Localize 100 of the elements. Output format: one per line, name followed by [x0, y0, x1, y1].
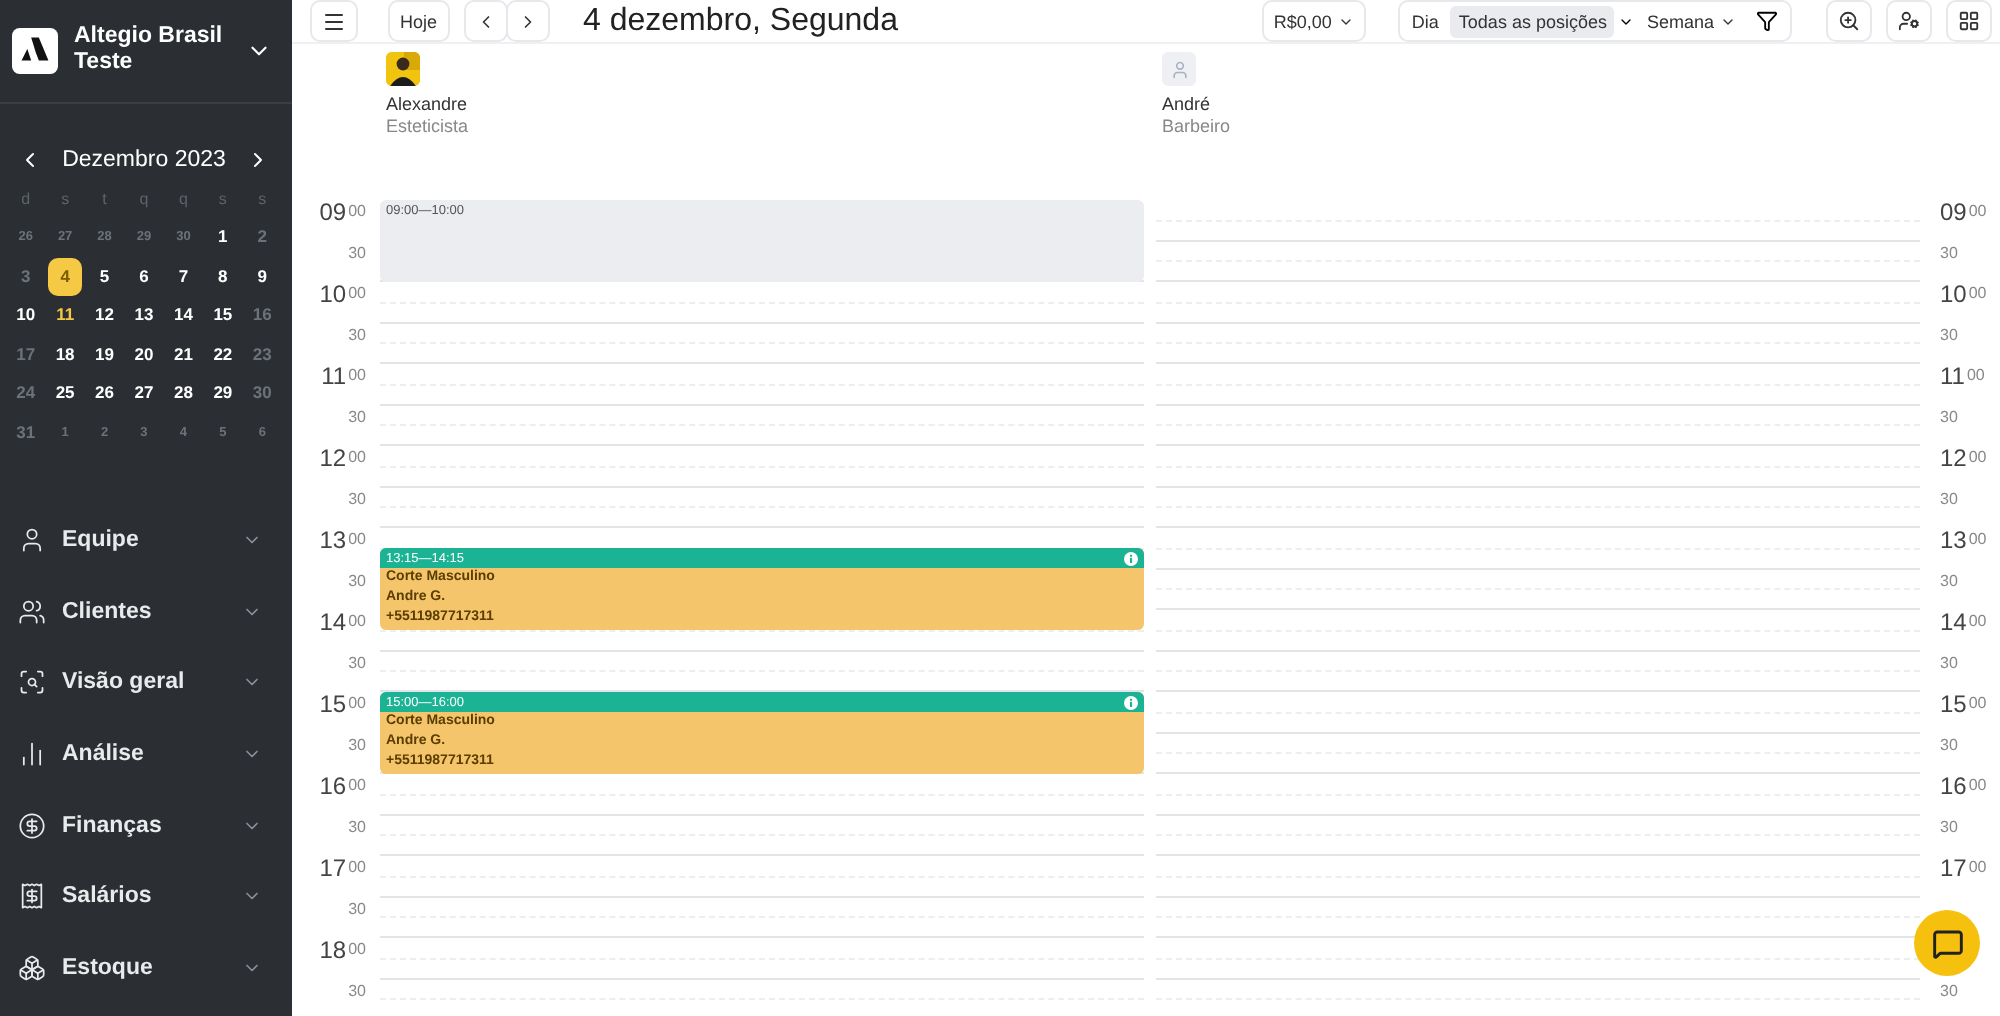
minute-label: 00 [348, 694, 366, 714]
period-dropdown[interactable]: Semana [1638, 5, 1744, 37]
user-settings-button[interactable] [1886, 0, 1932, 42]
grid-button[interactable] [1946, 0, 1992, 42]
team-icon [18, 526, 46, 555]
calendar-day[interactable]: 11 [47, 296, 83, 335]
hour-label: 09 [1940, 200, 1967, 224]
nav-item[interactable]: Análise [0, 718, 292, 790]
calendar-day[interactable]: 25 [47, 374, 83, 413]
minute-label: 00 [1968, 202, 1987, 222]
staff-role: Esteticista [386, 116, 471, 136]
calendar-day[interactable]: 19 [86, 335, 123, 374]
minute-label: 30 [348, 571, 366, 591]
hour-label: 14 [319, 610, 347, 634]
filter-icon[interactable] [1756, 10, 1778, 32]
calendar-day[interactable]: 15 [205, 296, 241, 335]
calendar-day[interactable]: 12 [86, 296, 123, 335]
minute-label: 30 [1940, 817, 1958, 837]
hour-label: 15 [1940, 692, 1967, 716]
calendar-day[interactable]: 1 [205, 218, 241, 257]
zoom-button[interactable] [1826, 0, 1872, 42]
hour-label: 13 [319, 528, 347, 552]
nav-item[interactable]: Finanças [0, 789, 292, 862]
calendar-day[interactable]: 13 [126, 296, 162, 335]
calendar-day[interactable]: 10 [8, 296, 44, 335]
hour-label: 15 [319, 692, 347, 716]
menu-button[interactable] [310, 0, 358, 42]
minute-label: 00 [1968, 612, 1987, 632]
nav-item[interactable]: Equipe [0, 504, 292, 576]
minute-label: 30 [348, 817, 366, 837]
hour-label: 09 [319, 200, 347, 224]
minute-label: 30 [1940, 325, 1958, 345]
user-gear-icon [1898, 10, 1920, 32]
calendar-day[interactable]: 6 [126, 257, 162, 296]
minute-label: 30 [1940, 571, 1958, 591]
chat-icon [1931, 927, 1963, 959]
calendar-day[interactable]: 20 [126, 335, 162, 374]
analytics-icon [18, 740, 46, 769]
hour-label: 17 [319, 856, 347, 880]
chat-button[interactable] [1914, 910, 1980, 976]
view-option[interactable]: Dia [1403, 5, 1447, 37]
hour-label: 16 [319, 774, 347, 798]
minute-label: 00 [348, 284, 366, 304]
calendar-day[interactable]: 5 [86, 257, 123, 296]
info-icon [1124, 551, 1138, 566]
calendar-day[interactable]: 18 [47, 335, 83, 374]
clients-icon [18, 597, 46, 626]
calendar-day[interactable]: 21 [165, 335, 202, 374]
minute-label: 30 [1940, 735, 1958, 755]
minute-label: 00 [1966, 366, 1985, 386]
minute-label: 30 [1940, 489, 1958, 509]
minute-label: 30 [348, 243, 366, 263]
hour-label: 17 [1940, 856, 1967, 880]
amount-dropdown[interactable]: R$0,00 [1261, 0, 1366, 42]
minute-label: 00 [348, 776, 366, 796]
today-button[interactable]: Hoje [388, 0, 450, 42]
month-title: Dezembro 2023 [62, 148, 226, 172]
minute-label: 00 [1968, 448, 1987, 468]
minute-label: 30 [348, 489, 366, 509]
minute-label: 00 [1968, 858, 1987, 878]
minute-label: 00 [348, 612, 366, 632]
nav-item[interactable]: Salários [0, 861, 292, 933]
staff-name: André [1162, 94, 1213, 114]
stock-icon [18, 954, 46, 983]
calendar-day[interactable]: 26 [86, 374, 123, 413]
minute-label: 30 [348, 735, 366, 755]
info-icon [1124, 695, 1138, 709]
calendar-day[interactable]: 28 [165, 374, 202, 413]
minute-label: 00 [1968, 284, 1987, 304]
staff-role: Barbeiro [1162, 116, 1233, 136]
hour-label: 12 [1940, 446, 1967, 470]
nav-item[interactable]: Clientes [0, 575, 292, 648]
calendar-day[interactable]: 8 [205, 257, 241, 296]
minute-label: 00 [348, 858, 366, 878]
overview-icon [18, 668, 46, 697]
finance-icon [18, 811, 46, 840]
hour-label: 10 [319, 282, 347, 306]
hour-label: 12 [319, 446, 347, 470]
user-icon [1169, 59, 1189, 79]
minute-label: 00 [1968, 694, 1987, 714]
calendar-day[interactable]: 7 [165, 257, 202, 296]
minute-label: 30 [1940, 981, 1958, 1001]
view-option[interactable]: Todas as posições [1450, 5, 1615, 37]
calendar-day[interactable]: 14 [165, 296, 202, 335]
hour-label: 14 [1940, 610, 1967, 634]
calendar-day[interactable]: 22 [205, 335, 241, 374]
hour-label: 11 [1940, 364, 1965, 388]
calendar-day[interactable]: 27 [126, 374, 162, 413]
calendar-day[interactable]: 4 [47, 257, 83, 296]
menu-icon [322, 9, 346, 33]
company-name: Altegio Brasil Teste [74, 24, 225, 76]
hour-label: 18 [319, 938, 347, 962]
minute-label: 30 [348, 325, 366, 345]
nav-item[interactable]: Estoque [0, 932, 292, 1004]
minute-label: 00 [1968, 776, 1987, 796]
calendar-day[interactable]: 9 [244, 257, 280, 296]
calendar-day[interactable]: 29 [205, 374, 241, 413]
minute-label: 00 [348, 366, 366, 386]
minute-label: 00 [348, 202, 366, 222]
nav-item[interactable]: Visão geral [0, 647, 292, 719]
